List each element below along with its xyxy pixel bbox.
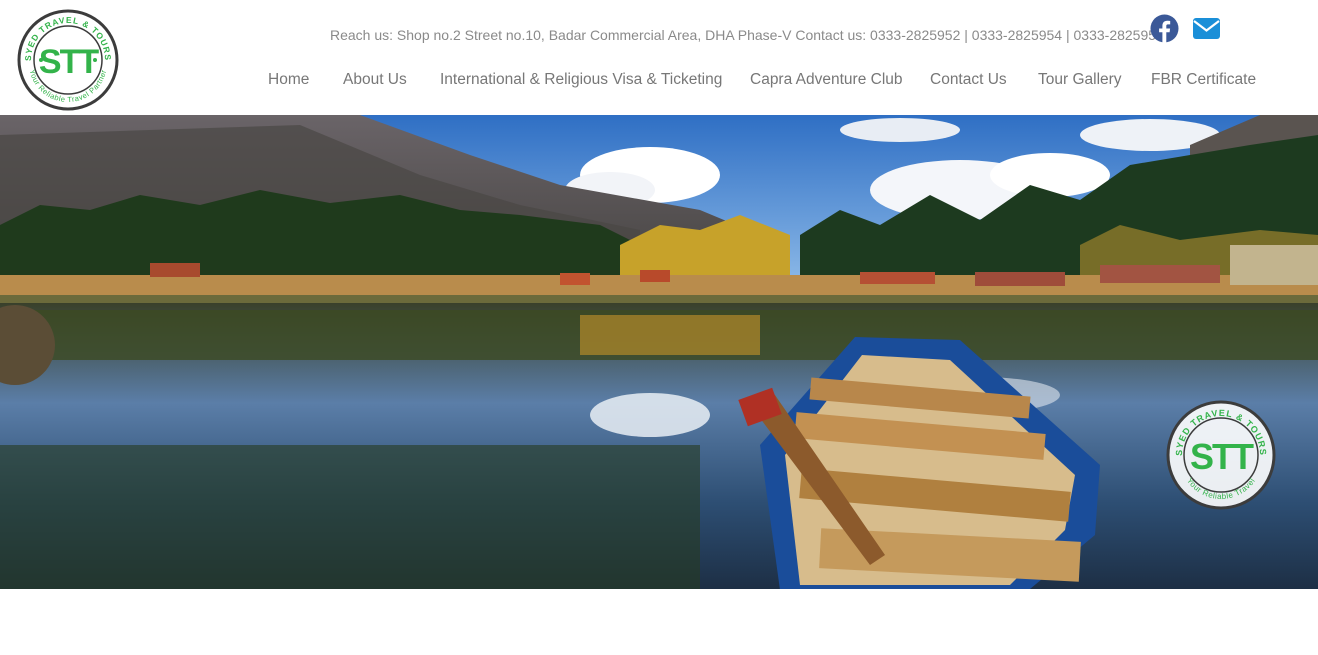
social-links [1150, 14, 1221, 43]
badge-mark: STT [1190, 436, 1254, 477]
facebook-icon[interactable] [1150, 14, 1179, 43]
nav-home[interactable]: Home [268, 71, 309, 89]
hero-landscape-image [0, 115, 1318, 589]
site-logo[interactable]: SYED TRAVEL & TOURS Your Reliable Travel… [17, 9, 119, 111]
nav-visa-ticketing[interactable]: International & Religious Visa & Ticketi… [440, 71, 722, 89]
nav-fbr-certificate[interactable]: FBR Certificate [1151, 71, 1256, 89]
contact-info: Reach us: Shop no.2 Street no.10, Badar … [330, 25, 1164, 45]
page-content-area [0, 589, 1318, 655]
nav-tour-gallery[interactable]: Tour Gallery [1038, 71, 1122, 89]
nav-about-us[interactable]: About Us [343, 71, 407, 89]
envelope-icon[interactable] [1192, 14, 1221, 43]
nav-contact-us[interactable]: Contact Us [930, 71, 1007, 89]
nav-capra-adventure-club[interactable]: Capra Adventure Club [750, 71, 903, 89]
logo-mark: STT [39, 43, 99, 81]
contact-line: Reach us: Shop no.2 Street no.10, Badar … [330, 27, 1164, 43]
floating-logo-badge[interactable]: SYED TRAVEL & TOURS Your Reliable Travel… [1166, 400, 1276, 510]
hero-banner: SYED TRAVEL & TOURS Your Reliable Travel… [0, 115, 1318, 589]
site-header: SYED TRAVEL & TOURS Your Reliable Travel… [0, 0, 1318, 115]
